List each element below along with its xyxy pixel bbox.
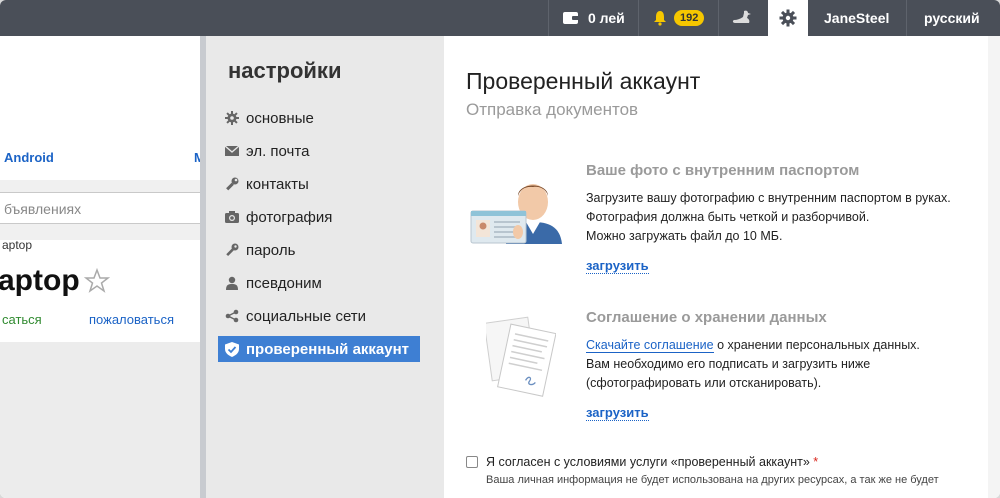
- consent-text: Я согласен с условиями услуги «проверенн…: [486, 455, 810, 469]
- download-agreement-link[interactable]: Скачайте соглашение: [586, 338, 714, 353]
- sidebar-item-photo[interactable]: фотография: [218, 204, 420, 230]
- contact-link[interactable]: саться: [2, 312, 42, 327]
- key-icon: [224, 242, 240, 258]
- sidebar-item-nickname[interactable]: псевдоним: [218, 270, 420, 296]
- favorites-button[interactable]: [730, 0, 754, 36]
- photo-section-line: Загрузите вашу фотографию с внутренним п…: [586, 191, 951, 205]
- sidebar-item-label: эл. почта: [246, 142, 310, 160]
- shield-icon: [224, 341, 240, 357]
- sidebar-item-label: пароль: [246, 241, 296, 259]
- top-bar: 0 лей 192 JaneSteel русский: [0, 0, 1000, 36]
- upload-agreement-button[interactable]: загрузить: [586, 405, 649, 421]
- consent-label[interactable]: Я согласен с условиями услуги «проверенн…: [486, 455, 818, 469]
- passport-photo-illustration: [468, 174, 566, 246]
- balance-label: 0 лей: [588, 10, 625, 26]
- agreement-line-rest: о хранении персональных данных.: [713, 338, 920, 352]
- share-icon: [224, 308, 240, 324]
- language-selector[interactable]: русский: [924, 0, 980, 36]
- divider: [718, 0, 719, 36]
- listing-title: aptop: [0, 264, 80, 297]
- agreement-section-line: (сфотографировать или отсканировать).: [586, 376, 822, 390]
- sidebar-item-social[interactable]: социальные сети: [218, 303, 420, 329]
- required-mark: *: [813, 455, 819, 469]
- consent-note: Ваша личная информация не будет использо…: [486, 474, 939, 486]
- breadcrumb[interactable]: aptop: [2, 238, 32, 252]
- sidebar-item-label: основные: [246, 109, 314, 127]
- person-icon: [224, 275, 240, 291]
- sidebar-item-label: проверенный аккаунт: [246, 340, 410, 358]
- search-bar: бъявлениях: [0, 180, 208, 240]
- page-title: Проверенный аккаунт: [466, 68, 701, 94]
- background-footer: [0, 342, 208, 498]
- sidebar-item-verified-account[interactable]: проверенный аккаунт: [218, 336, 420, 362]
- goose-icon: [732, 10, 751, 23]
- star-icon[interactable]: [84, 268, 110, 294]
- sidebar-item-general[interactable]: основные: [218, 105, 420, 131]
- agreement-section-title: Соглашение о хранении данных: [586, 309, 827, 326]
- gear-icon: [779, 9, 797, 27]
- settings-button[interactable]: [768, 0, 808, 36]
- gear-icon: [224, 110, 240, 126]
- document-icon: [486, 316, 556, 397]
- agreement-section-line: Вам необходимо его подписать и загрузить…: [586, 357, 871, 371]
- sidebar-item-label: фотография: [246, 208, 333, 226]
- photo-section-line: Можно загружать файл до 10 МБ.: [586, 229, 783, 243]
- consent-checkbox[interactable]: [466, 456, 478, 468]
- sidebar-title: настройки: [228, 58, 342, 83]
- camera-icon: [224, 209, 240, 225]
- settings-content: Проверенный аккаунт Отправка документов: [444, 36, 974, 498]
- page-subtitle: Отправка документов: [466, 100, 639, 119]
- wrench-icon: [224, 176, 240, 192]
- search-input[interactable]: бъявлениях: [0, 192, 202, 224]
- envelope-icon: [224, 143, 240, 159]
- app-window: 0 лей 192 JaneSteel русский Android бъяв…: [0, 0, 1000, 498]
- sidebar-item-contacts[interactable]: контакты: [218, 171, 420, 197]
- scrollbar[interactable]: [988, 36, 1000, 498]
- sidebar-item-label: социальные сети: [246, 307, 367, 325]
- wallet-icon: [563, 12, 579, 24]
- language-label: русский: [924, 10, 980, 26]
- sidebar-item-email[interactable]: эл. почта: [218, 138, 420, 164]
- username-label: JaneSteel: [824, 10, 890, 26]
- background-page: Android М бъявлениях aptop aptop саться …: [0, 36, 208, 498]
- notifications-button[interactable]: 192: [652, 0, 705, 36]
- settings-modal: настройки основные эл. почта контакты фо…: [200, 36, 1000, 498]
- sidebar-item-label: контакты: [246, 175, 309, 193]
- photo-section-line: Фотография должна быть четкой и разборчи…: [586, 210, 870, 224]
- divider: [906, 0, 907, 36]
- sidebar-item-label: псевдоним: [246, 274, 322, 292]
- sidebar-item-password[interactable]: пароль: [218, 237, 420, 263]
- notifications-badge: 192: [674, 10, 705, 26]
- user-menu[interactable]: JaneSteel: [824, 0, 889, 36]
- android-link[interactable]: Android: [4, 150, 54, 165]
- bell-icon: [654, 11, 666, 26]
- upload-photo-button[interactable]: загрузить: [586, 258, 649, 274]
- wallet-button[interactable]: 0 лей: [562, 0, 625, 36]
- agreement-section-line: Скачайте соглашение о хранении персональ…: [586, 338, 920, 353]
- settings-sidebar: настройки основные эл. почта контакты фо…: [206, 36, 444, 498]
- report-link[interactable]: пожаловаться: [89, 312, 174, 327]
- photo-section-title: Ваше фото с внутренним паспортом: [586, 162, 860, 179]
- divider: [638, 0, 639, 36]
- divider: [548, 0, 549, 36]
